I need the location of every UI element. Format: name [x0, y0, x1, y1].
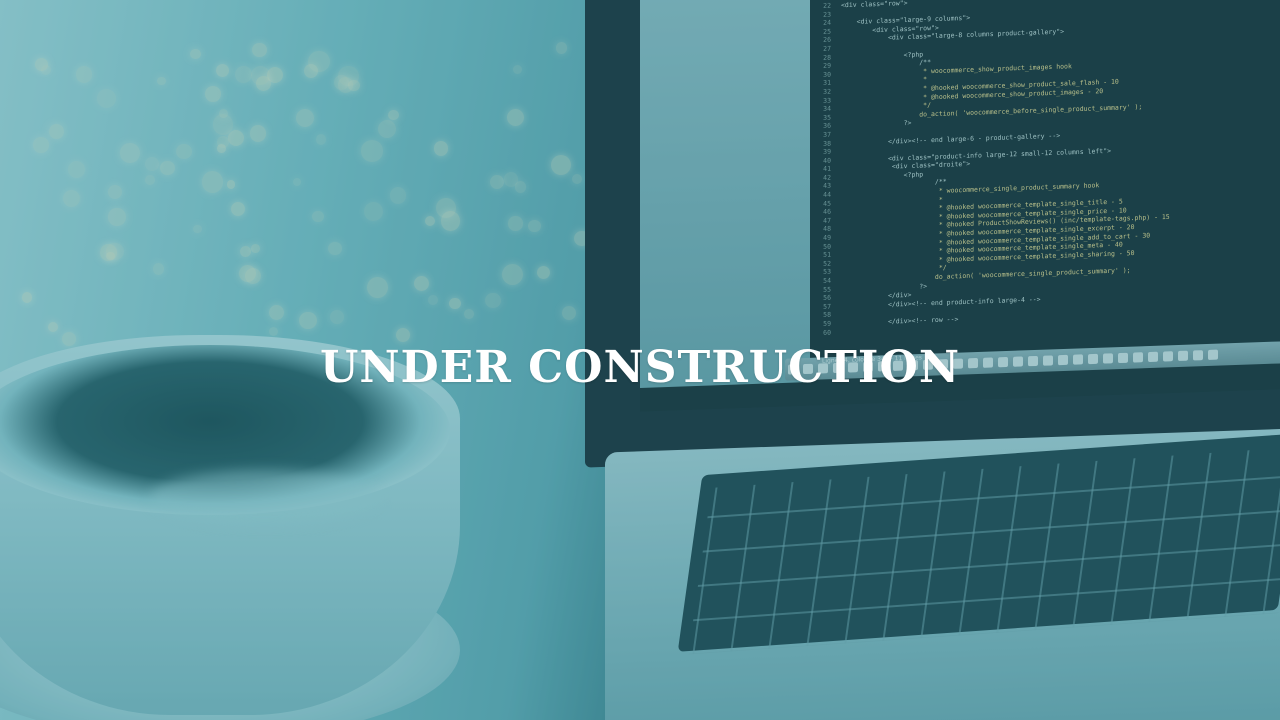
page-headline: UNDER CONSTRUCTION [319, 342, 961, 394]
